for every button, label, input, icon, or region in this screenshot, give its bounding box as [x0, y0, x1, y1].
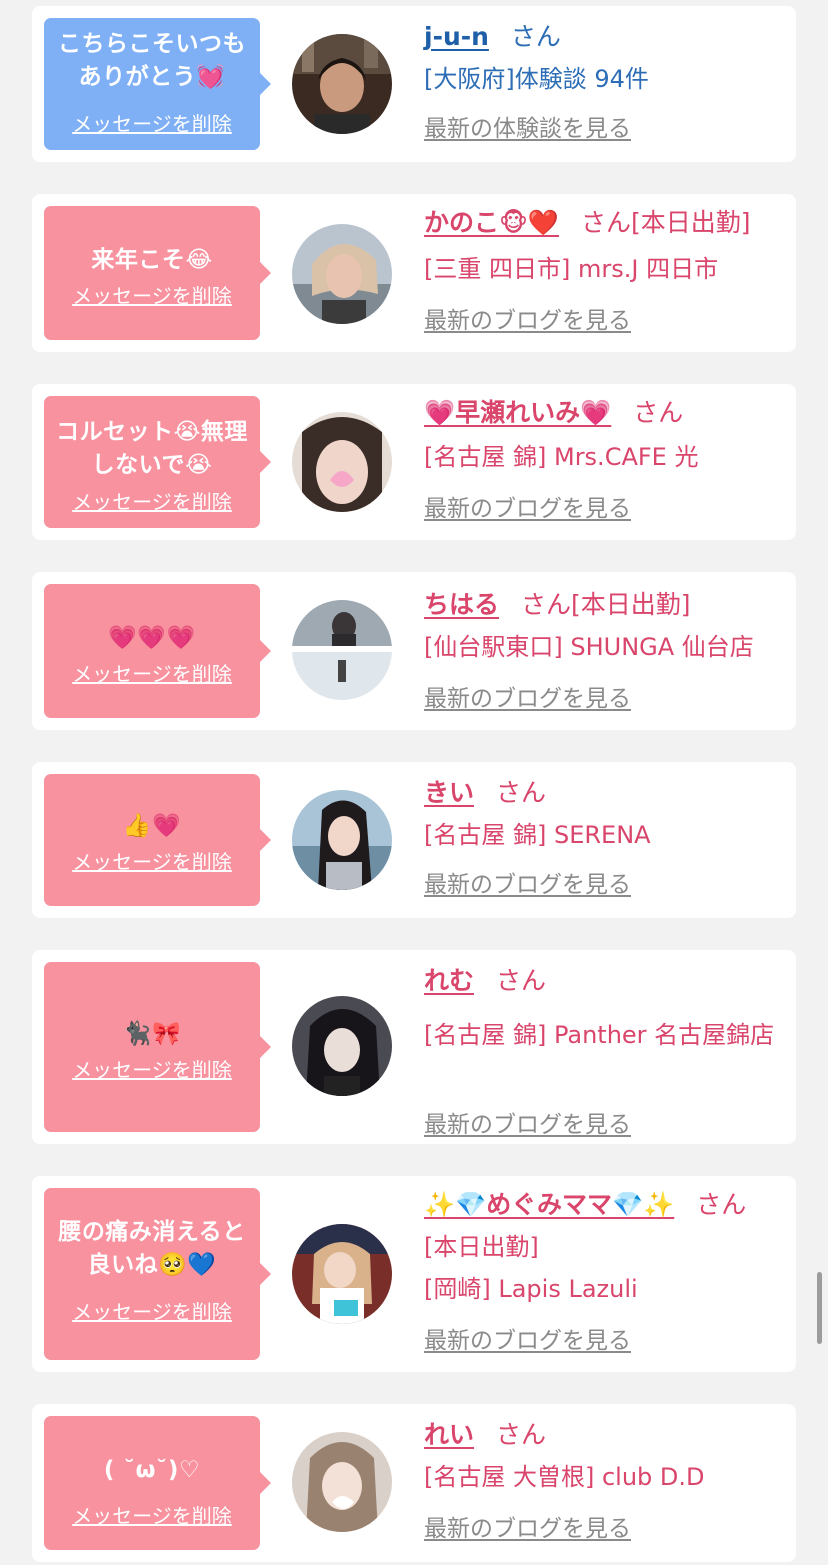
avatar[interactable]: [292, 1432, 392, 1532]
user-name-link[interactable]: ちはる: [424, 590, 499, 619]
message-card: 💗💗💗 メッセージを削除 ちはる さん[本日出勤] [仙台駅東口] SHUNGA …: [32, 572, 796, 730]
user-name-link[interactable]: れい: [424, 1420, 474, 1449]
honorific: さん[本日出勤]: [521, 590, 691, 619]
honorific: さん: [496, 1420, 547, 1449]
message-bubble: 腰の痛み消えると良いね🥺💙 メッセージを削除: [44, 1188, 271, 1360]
delete-message-link[interactable]: メッセージを削除: [44, 284, 260, 308]
honorific: さん: [496, 778, 547, 807]
message-bubble: 👍💗 メッセージを削除: [44, 774, 271, 906]
avatar[interactable]: [292, 1224, 392, 1324]
avatar[interactable]: [292, 34, 392, 134]
shop-info: [仙台駅東口] SHUNGA 仙台店: [424, 633, 754, 661]
message-bubble: こちらこそいつもありがとう💓 メッセージを削除: [44, 18, 271, 150]
avatar[interactable]: [292, 600, 392, 700]
delete-message-link[interactable]: メッセージを削除: [44, 112, 260, 136]
message-bubble: 🐈‍⬛🎀 メッセージを削除: [44, 962, 271, 1132]
user-name-link[interactable]: j-u-n: [424, 22, 489, 51]
shop-info: [名古屋 錦] Panther 名古屋錦店: [424, 1021, 775, 1049]
scrollbar[interactable]: [817, 1272, 822, 1344]
shop-info: [三重 四日市] mrs.J 四日市: [424, 255, 719, 283]
message-card: コルセット😭無理しないで😭 メッセージを削除 💗早瀬れいみ💗 さん [名古屋 錦]…: [32, 384, 796, 540]
shop-info: [大阪府]体験談 94件: [424, 65, 649, 93]
message-text: 💗💗💗: [108, 625, 196, 651]
avatar[interactable]: [292, 224, 392, 324]
message-bubble: コルセット😭無理しないで😭 メッセージを削除: [44, 396, 271, 528]
message-text: コルセット😭無理しないで😭: [56, 419, 248, 478]
message-bubble: 💗💗💗 メッセージを削除: [44, 584, 271, 718]
message-text: こちらこそいつもありがとう💓: [58, 31, 246, 90]
shop-info: [岡崎] Lapis Lazuli: [424, 1275, 638, 1303]
message-text: 来年こそ😂: [91, 247, 213, 273]
avatar[interactable]: [292, 412, 392, 512]
message-card: こちらこそいつもありがとう💓 メッセージを削除 j-u-n さん [大阪府]体験談…: [32, 6, 796, 162]
avatar[interactable]: [292, 996, 392, 1096]
user-name-link[interactable]: 💗早瀬れいみ💗: [424, 398, 611, 427]
latest-blog-link[interactable]: 最新のブログを見る: [424, 684, 631, 714]
shop-info: [名古屋 大曽根] club D.D: [424, 1463, 705, 1491]
honorific: さん: [496, 966, 547, 995]
shop-info: [名古屋 錦] Mrs.CAFE 光: [424, 443, 699, 471]
delete-message-link[interactable]: メッセージを削除: [44, 1058, 260, 1082]
message-card: 腰の痛み消えると良いね🥺💙 メッセージを削除 ✨💎めぐみママ💎✨ さん [本日出勤…: [32, 1176, 796, 1372]
delete-message-link[interactable]: メッセージを削除: [44, 490, 260, 514]
honorific: さん: [696, 1190, 747, 1219]
work-status: [本日出勤]: [424, 1233, 539, 1261]
message-text: ( ˘ω˘)♡: [103, 1457, 201, 1483]
message-text: 腰の痛み消えると良いね🥺💙: [58, 1219, 246, 1278]
delete-message-link[interactable]: メッセージを削除: [44, 1504, 260, 1528]
delete-message-link[interactable]: メッセージを削除: [44, 850, 260, 874]
avatar[interactable]: [292, 790, 392, 890]
message-bubble: 来年こそ😂 メッセージを削除: [44, 206, 271, 340]
message-card: 🐈‍⬛🎀 メッセージを削除 れむ さん [名古屋 錦] Panther 名古屋錦店…: [32, 950, 796, 1144]
honorific: さん: [510, 22, 561, 51]
user-name-link[interactable]: れむ: [424, 966, 474, 995]
message-text: 👍💗: [122, 813, 182, 839]
user-name-link[interactable]: ✨💎めぐみママ💎✨: [424, 1190, 674, 1219]
latest-blog-link[interactable]: 最新のブログを見る: [424, 1514, 631, 1544]
message-bubble: ( ˘ω˘)♡ メッセージを削除: [44, 1416, 271, 1550]
latest-blog-link[interactable]: 最新のブログを見る: [424, 870, 631, 900]
latest-blog-link[interactable]: 最新のブログを見る: [424, 1326, 631, 1356]
message-card: ( ˘ω˘)♡ メッセージを削除 れい さん [名古屋 大曽根] club D.D…: [32, 1404, 796, 1562]
latest-blog-link[interactable]: 最新のブログを見る: [424, 494, 631, 524]
message-text: 🐈‍⬛🎀: [122, 1021, 182, 1047]
delete-message-link[interactable]: メッセージを削除: [44, 662, 260, 686]
latest-blog-link[interactable]: 最新のブログを見る: [424, 1110, 631, 1140]
latest-blog-link[interactable]: 最新のブログを見る: [424, 306, 631, 336]
honorific: さん: [633, 398, 684, 427]
delete-message-link[interactable]: メッセージを削除: [44, 1300, 260, 1324]
user-name-link[interactable]: きい: [424, 778, 474, 807]
message-card: 👍💗 メッセージを削除 きい さん [名古屋 錦] SERENA 最新のブログを見…: [32, 762, 796, 918]
message-card: 来年こそ😂 メッセージを削除 かのこ🐵❤️ さん[本日出勤] [三重 四日市] m…: [32, 194, 796, 352]
user-name-link[interactable]: かのこ🐵❤️: [424, 208, 559, 237]
honorific: さん[本日出勤]: [581, 208, 751, 237]
latest-review-link[interactable]: 最新の体験談を見る: [424, 114, 631, 144]
shop-info: [名古屋 錦] SERENA: [424, 821, 651, 849]
